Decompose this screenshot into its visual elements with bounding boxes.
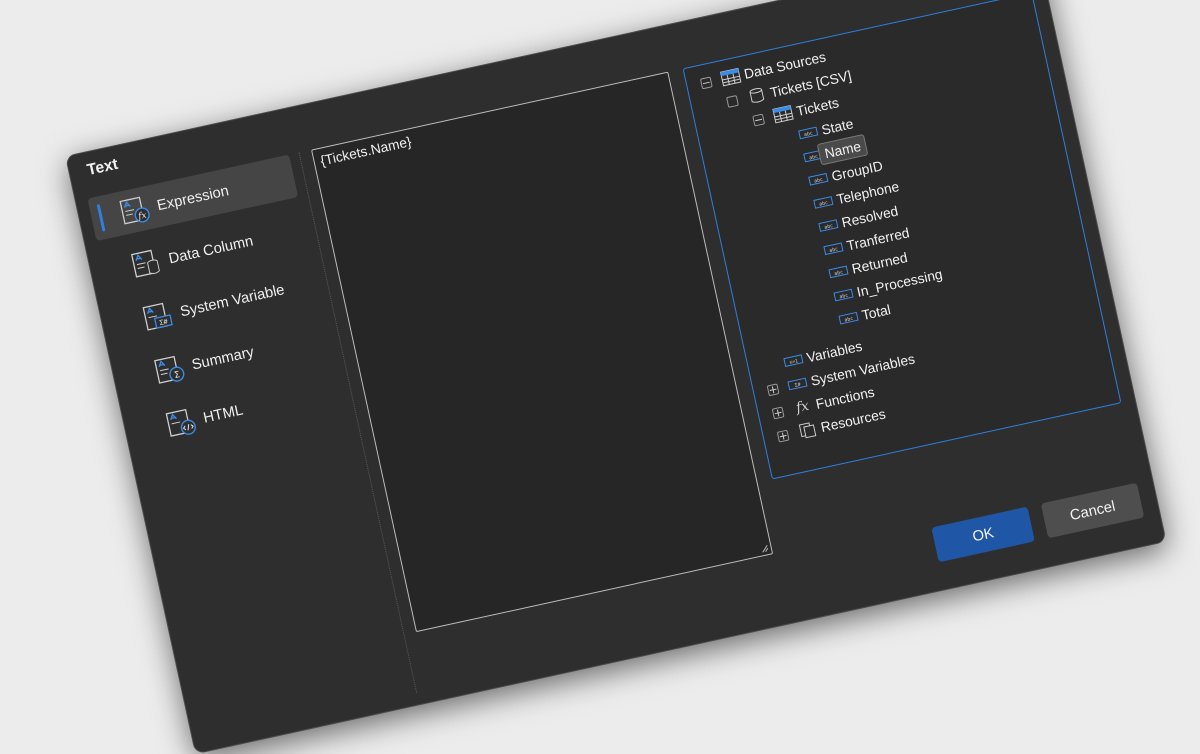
resources-icon (798, 422, 817, 439)
expand-icon[interactable] (771, 406, 785, 419)
collapse-icon[interactable] (752, 113, 765, 126)
text-column-icon: abc (823, 242, 844, 256)
text-column-icon: abc (833, 288, 854, 302)
summary-icon: Σ (154, 355, 185, 384)
cancel-button[interactable]: Cancel (1040, 482, 1145, 539)
html-icon (165, 408, 196, 437)
expression-icon: fx (119, 196, 150, 225)
database-icon (749, 88, 765, 103)
svg-text:abc: abc (839, 293, 849, 301)
nav-label: HTML (201, 401, 245, 427)
text-column-icon: abc (813, 196, 834, 209)
dialog-title: Text (85, 155, 120, 180)
nav-label: System Variable (178, 280, 286, 320)
text-column-icon: abc (828, 265, 849, 279)
text-column-icon: abc (808, 172, 829, 186)
system-variable-icon: Σ# (142, 302, 173, 331)
collapse-icon[interactable] (699, 75, 713, 89)
svg-text:Σ#: Σ# (794, 382, 801, 389)
nav-label: Data Column (167, 232, 255, 267)
svg-text:abc: abc (809, 154, 819, 162)
expand-icon[interactable] (766, 382, 780, 396)
data-tree[interactable]: Data Sources Tickets [CSV] Tickets abc S… (682, 0, 1122, 480)
svg-text:x=1: x=1 (789, 358, 799, 366)
expand-icon[interactable] (776, 429, 790, 443)
datasource-table-icon (720, 67, 742, 87)
resize-grip-icon[interactable] (758, 542, 770, 554)
text-column-icon: abc (798, 126, 819, 140)
text-dialog: Text fx Expression Data Column Σ# System… (65, 0, 1167, 754)
tree-label: Total (860, 301, 893, 323)
tree-label: State (819, 115, 855, 138)
svg-text:abc: abc (804, 130, 814, 138)
ok-button[interactable]: OK (931, 506, 1035, 563)
system-variable-icon: Σ# (787, 377, 808, 391)
table-icon (772, 104, 794, 124)
text-column-icon: abc (818, 219, 839, 232)
expression-text[interactable]: {Tickets.Name} (319, 133, 413, 168)
nav-label: Summary (190, 343, 256, 374)
data-column-icon (130, 249, 160, 278)
svg-text:abc: abc (814, 177, 824, 185)
function-icon: fx (794, 398, 811, 417)
svg-text:abc: abc (819, 200, 829, 208)
variable-icon: x=1 (783, 354, 804, 367)
nav-label: Expression (155, 181, 231, 214)
selection-indicator (96, 204, 106, 232)
svg-text:abc: abc (834, 269, 844, 277)
svg-text:abc: abc (844, 316, 854, 324)
svg-text:abc: abc (824, 223, 834, 231)
text-column-icon: abc (838, 311, 859, 325)
svg-text:abc: abc (829, 246, 839, 254)
expander-icon[interactable] (725, 94, 739, 108)
